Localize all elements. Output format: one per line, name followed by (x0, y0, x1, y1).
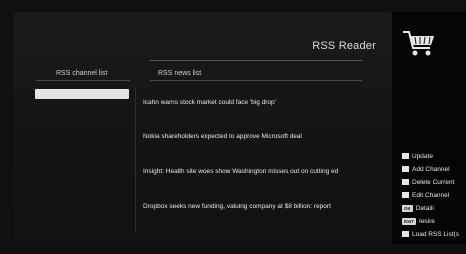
menu-edit-channel[interactable]: Edit Channel (402, 189, 466, 201)
menu-label: Detalii (415, 204, 434, 212)
ok-key-icon: OK (402, 204, 413, 212)
news-list-header: RSS news list (158, 70, 202, 77)
white-square-icon (402, 179, 409, 185)
exit-key-icon: EXIT (402, 217, 417, 225)
menu-details[interactable]: OK Detalii (402, 202, 466, 214)
news-item[interactable]: Dropbox seeks new funding, valuing compa… (143, 203, 378, 210)
menu-label: Delete Current (412, 178, 455, 186)
white-square-icon (402, 166, 409, 172)
menu-load-rss-list[interactable]: Load RSS List(s (402, 228, 466, 240)
channel-list-header: RSS channel list (56, 70, 108, 77)
menu-label: Edit Channel (412, 191, 450, 199)
menu-add-channel[interactable]: Add Channel (402, 163, 466, 175)
menu-exit[interactable]: EXIT Iesire (402, 215, 466, 227)
shopping-cart-icon (403, 31, 434, 56)
header-divider (150, 60, 362, 61)
menu-label: Update (412, 152, 433, 160)
menu-update[interactable]: Update (402, 150, 466, 162)
menu-label: Load RSS List(s (412, 230, 459, 238)
news-item[interactable]: Icahn warns stock market could face 'big… (143, 99, 378, 106)
channel-header-divider (36, 80, 130, 81)
news-item[interactable]: Nokia shareholders expected to approve M… (143, 133, 378, 140)
app-title: RSS Reader (312, 40, 376, 52)
channel-list-item-selected[interactable] (35, 89, 129, 99)
column-divider (135, 88, 136, 233)
menu-label: Iesire (419, 217, 435, 225)
news-header-divider (150, 80, 362, 81)
white-square-icon (402, 192, 409, 198)
action-menu: Update Add Channel Delete Current Edit C… (402, 150, 466, 241)
menu-label: Add Channel (412, 165, 450, 173)
white-square-icon (402, 231, 409, 237)
white-square-icon (402, 153, 409, 159)
menu-delete-current[interactable]: Delete Current (402, 176, 466, 188)
news-item[interactable]: Insight: Health site woes show Washingto… (143, 168, 378, 175)
screen: RSS Reader RSS channel list RSS news lis… (0, 0, 466, 254)
